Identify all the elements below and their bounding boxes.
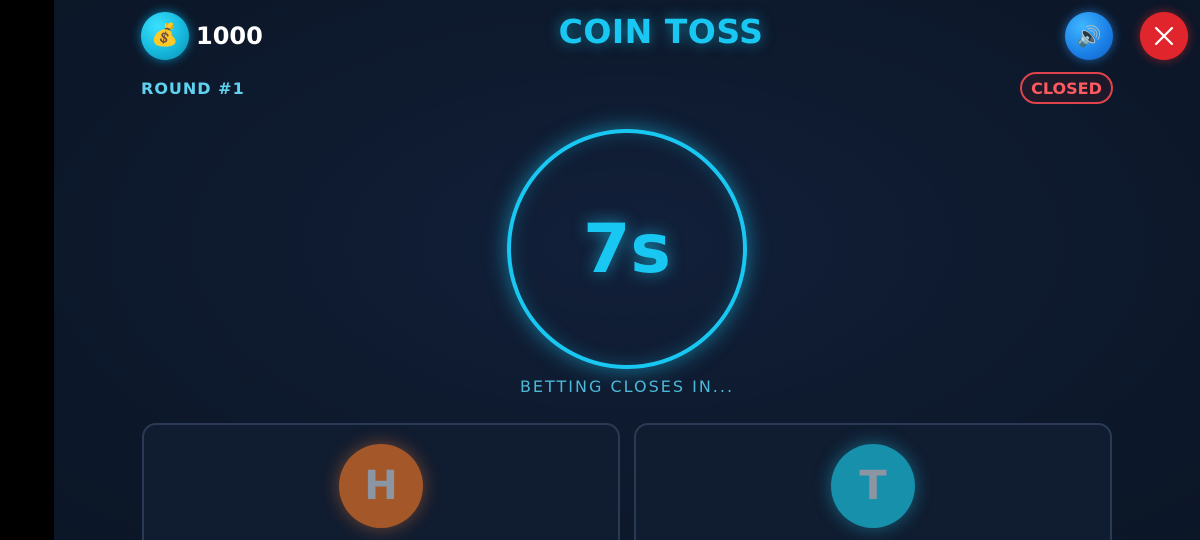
round-label: ROUND #1 [141, 79, 245, 98]
countdown-ring: 7s [507, 129, 747, 369]
status-badge: CLOSED [1020, 72, 1113, 104]
heads-bet-card[interactable]: H [142, 423, 620, 540]
heads-letter: H [364, 463, 398, 509]
speaker-icon: 🔊 [1076, 24, 1102, 48]
tails-coin-icon: T [831, 444, 915, 528]
countdown-value: 7s [583, 209, 671, 289]
left-edge-bar [0, 0, 54, 540]
close-icon [1154, 26, 1174, 46]
tails-letter: T [859, 463, 887, 509]
game-screen: 💰 1000 COIN TOSS 🔊 ROUND #1 CLOSED 7s BE… [54, 0, 1200, 540]
tails-bet-card[interactable]: T [634, 423, 1112, 540]
sound-toggle-button[interactable]: 🔊 [1065, 12, 1113, 60]
close-button[interactable] [1140, 12, 1188, 60]
heads-coin-icon: H [339, 444, 423, 528]
game-title: COIN TOSS [558, 12, 764, 51]
countdown-caption: BETTING CLOSES IN... [519, 377, 735, 396]
